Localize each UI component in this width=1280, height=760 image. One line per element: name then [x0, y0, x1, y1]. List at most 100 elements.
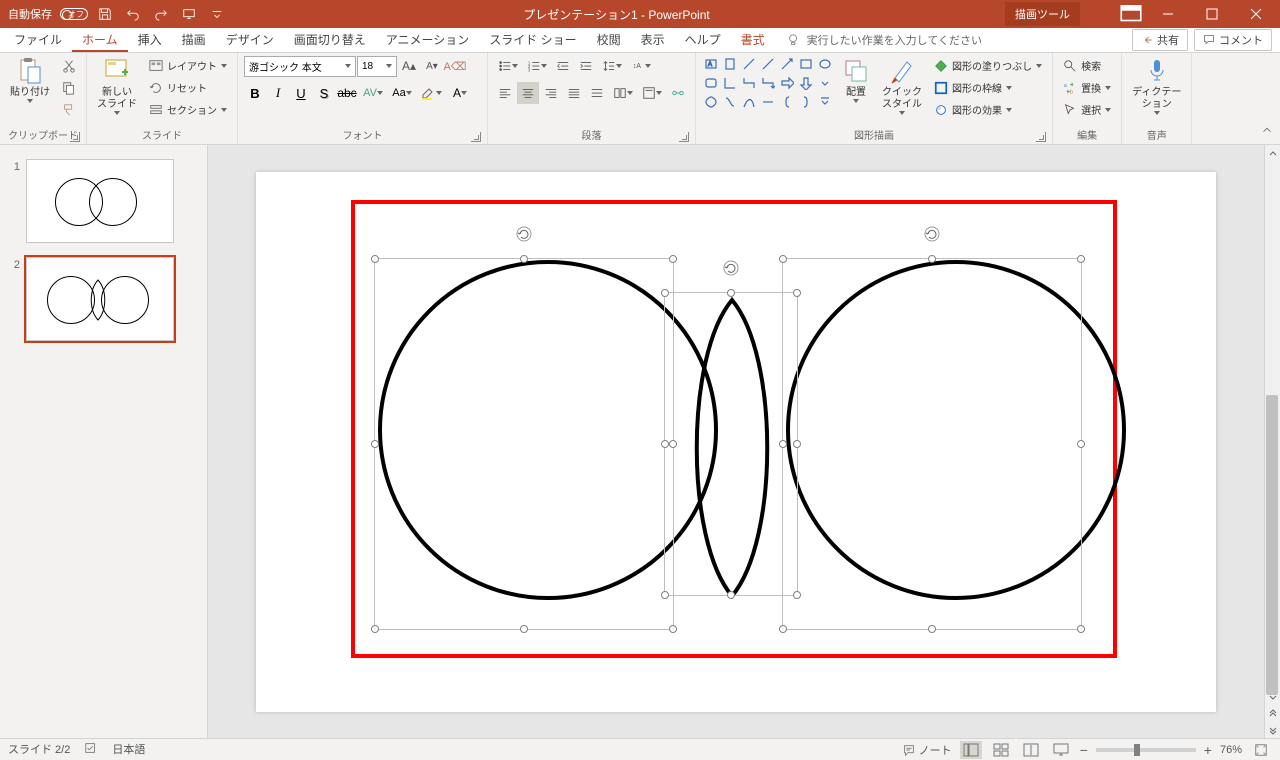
shape-freeform2[interactable]	[721, 93, 739, 111]
tab-format[interactable]: 書式	[731, 28, 775, 52]
drawing-launcher[interactable]	[1036, 132, 1046, 142]
tab-slideshow[interactable]: スライド ショー	[479, 28, 586, 52]
redo-icon[interactable]	[150, 3, 172, 25]
prev-slide-icon[interactable]	[1265, 706, 1280, 722]
cut-button[interactable]	[58, 55, 80, 76]
dictate-button[interactable]: ディクテー ション	[1128, 55, 1185, 117]
find-button[interactable]: 検索	[1059, 55, 1115, 76]
new-slide-button[interactable]: 新しい スライド	[93, 55, 141, 117]
notes-button[interactable]: ノート	[902, 742, 952, 758]
shapes-gallery[interactable]: A	[702, 55, 834, 111]
format-painter-button[interactable]	[58, 99, 80, 120]
layout-button[interactable]: レイアウト	[145, 55, 231, 76]
smartart-button[interactable]	[667, 82, 689, 104]
tab-design[interactable]: デザイン	[216, 28, 284, 52]
align-text-button[interactable]	[638, 82, 666, 104]
tab-transitions[interactable]: 画面切り替え	[284, 28, 376, 52]
zoom-level[interactable]: 76%	[1220, 744, 1242, 756]
slide-thumbnail-2[interactable]: 2	[0, 253, 207, 351]
vertical-scrollbar[interactable]	[1264, 145, 1280, 738]
spellcheck-icon[interactable]	[84, 741, 98, 758]
underline-button[interactable]: U	[290, 82, 312, 104]
slideshow-view-icon[interactable]	[1050, 741, 1072, 759]
increase-font-icon[interactable]: A▴	[398, 55, 420, 77]
numbering-button[interactable]: 123	[523, 55, 551, 77]
text-direction-button[interactable]: ↕A	[627, 55, 655, 77]
collapse-ribbon-icon[interactable]	[1260, 123, 1274, 140]
normal-view-icon[interactable]	[960, 741, 982, 759]
tab-view[interactable]: 表示	[631, 28, 675, 52]
shape-effects-button[interactable]: 図形の効果	[930, 99, 1046, 120]
font-launcher[interactable]	[471, 132, 481, 142]
highlight-button[interactable]	[417, 82, 445, 104]
align-center-button[interactable]	[517, 82, 539, 104]
tab-draw[interactable]: 描画	[172, 28, 216, 52]
fit-to-window-icon[interactable]	[1250, 741, 1272, 759]
qat-customize-icon[interactable]	[206, 3, 228, 25]
strikethrough-button[interactable]: abc	[336, 82, 358, 104]
scroll-up-icon[interactable]	[1265, 145, 1280, 161]
italic-button[interactable]: I	[267, 82, 289, 104]
next-slide-icon[interactable]	[1265, 722, 1280, 738]
char-spacing-button[interactable]: AV	[359, 82, 387, 104]
slide-canvas-area[interactable]	[208, 145, 1264, 738]
align-left-button[interactable]	[494, 82, 516, 104]
clipboard-launcher[interactable]	[70, 132, 80, 142]
slide-thumbnail-1[interactable]: 1	[0, 155, 207, 253]
shape-brace-l[interactable]	[778, 93, 796, 111]
increase-indent-button[interactable]	[575, 55, 597, 77]
shape-rect[interactable]	[797, 55, 815, 73]
shape-outline-button[interactable]: 図形の枠線	[930, 77, 1046, 98]
tell-me-search[interactable]: 実行したい作業を入力してください	[787, 28, 982, 52]
align-right-button[interactable]	[540, 82, 562, 104]
shape-line2[interactable]	[759, 55, 777, 73]
shape-down-arrow[interactable]	[797, 74, 815, 92]
tab-help[interactable]: ヘルプ	[675, 28, 731, 52]
tab-review[interactable]: 校閲	[587, 28, 631, 52]
shape-fill-button[interactable]: 図形の塗りつぶし	[930, 55, 1046, 76]
shape-elbow[interactable]	[740, 74, 758, 92]
current-slide[interactable]	[256, 172, 1216, 712]
reading-view-icon[interactable]	[1020, 741, 1042, 759]
shape-textbox[interactable]: A	[702, 55, 720, 73]
select-button[interactable]: 選択	[1059, 99, 1115, 120]
tab-file[interactable]: ファイル	[4, 28, 72, 52]
shape-roundrect[interactable]	[702, 74, 720, 92]
scroll-down-icon[interactable]	[1265, 690, 1280, 706]
scrollbar-thumb[interactable]	[1266, 395, 1278, 695]
replace-button[interactable]: ab置換	[1059, 77, 1115, 98]
shape-line[interactable]	[740, 55, 758, 73]
zoom-out-icon[interactable]: −	[1080, 742, 1088, 758]
reset-button[interactable]: リセット	[145, 77, 231, 98]
decrease-font-icon[interactable]: A▾	[421, 55, 443, 77]
slide-thumbnail-pane[interactable]: 1 2	[0, 145, 208, 738]
font-size-combo[interactable]: 18	[357, 56, 397, 77]
shape-l[interactable]	[721, 74, 739, 92]
shape-right-arrow[interactable]	[778, 74, 796, 92]
change-case-button[interactable]: Aa	[388, 82, 416, 104]
copy-button[interactable]	[58, 77, 80, 98]
shape-elbow-arrow[interactable]	[759, 74, 777, 92]
decrease-indent-button[interactable]	[552, 55, 574, 77]
slide-sorter-view-icon[interactable]	[990, 741, 1012, 759]
justify-button[interactable]	[563, 82, 585, 104]
autosave-toggle[interactable]: オフ	[60, 8, 88, 20]
shadow-button[interactable]: S	[313, 82, 335, 104]
zoom-slider[interactable]	[1096, 748, 1196, 752]
minimize-button[interactable]	[1148, 0, 1188, 28]
rotate-handle-icon[interactable]	[515, 225, 533, 243]
save-icon[interactable]	[94, 3, 116, 25]
font-name-combo[interactable]: 游ゴシック 本文	[244, 56, 356, 77]
tab-insert[interactable]: 挿入	[128, 28, 172, 52]
shape-arrow-line[interactable]	[778, 55, 796, 73]
shape-curve[interactable]	[740, 93, 758, 111]
rotate-handle-icon[interactable]	[722, 259, 740, 277]
slide-indicator[interactable]: スライド 2/2	[8, 741, 70, 758]
shape-textbox-vert[interactable]	[721, 55, 739, 73]
shape-brace-r[interactable]	[797, 93, 815, 111]
tab-home[interactable]: ホーム	[72, 28, 128, 52]
columns-button[interactable]	[609, 82, 637, 104]
shape-gallery-more[interactable]	[816, 74, 834, 92]
share-button[interactable]: 共有	[1132, 29, 1188, 51]
tab-animations[interactable]: アニメーション	[376, 28, 480, 52]
